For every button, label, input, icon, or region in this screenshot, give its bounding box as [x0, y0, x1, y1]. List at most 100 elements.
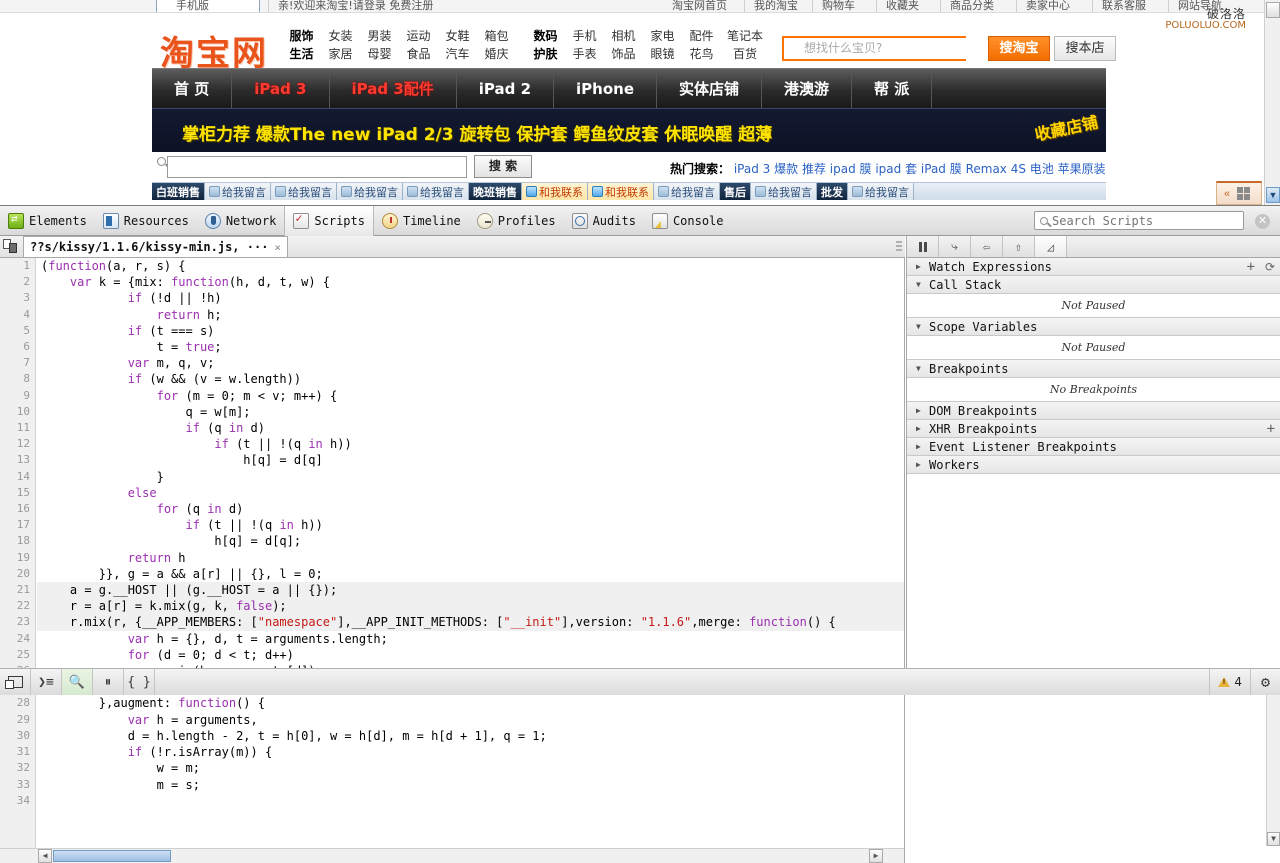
favorite-shop-stamp[interactable]: 收藏店铺 — [1032, 109, 1100, 146]
show-navigator-icon[interactable] — [3, 238, 21, 256]
code-line[interactable]: h[q] = d[q]; — [37, 533, 904, 549]
category-column-9[interactable]: 家电 眼镜 — [643, 27, 682, 63]
step-out-button[interactable]: ⇧ — [1003, 236, 1035, 257]
dock-to-window-button[interactable] — [0, 669, 31, 695]
line-number[interactable]: 10 — [0, 404, 35, 420]
cs-tab-4[interactable]: 给我留言 — [403, 183, 469, 200]
hot-keyword-3[interactable]: iPad 膜 — [921, 162, 962, 176]
code-line[interactable]: for (q in d) — [37, 501, 904, 517]
chevron-left-double-icon[interactable]: « — [1217, 188, 1237, 200]
top-strip-item-4[interactable]: 购物车 — [822, 0, 855, 13]
grid-icon[interactable] — [1237, 187, 1250, 200]
line-number[interactable]: 21 — [0, 582, 35, 598]
line-number[interactable]: 12 — [0, 436, 35, 452]
code-line[interactable]: } — [37, 469, 904, 485]
line-number[interactable]: 24 — [0, 631, 35, 647]
top-strip-item-8[interactable]: 联系客服 — [1102, 0, 1146, 13]
line-number[interactable]: 1 — [0, 258, 35, 274]
drag-handle[interactable] — [896, 241, 902, 252]
refresh-icon[interactable]: ⟳ — [1265, 260, 1275, 274]
line-number[interactable]: 20 — [0, 566, 35, 582]
sidebar-section-header[interactable]: ▶Event Listener Breakpoints — [907, 438, 1280, 456]
sidebar-section-header[interactable]: ▶Watch Expressions+⟳ — [907, 258, 1280, 276]
category-column-4[interactable]: 女鞋 汽车 — [438, 27, 477, 63]
warning-counter[interactable]: 4 — [1209, 669, 1250, 695]
cs-tab-1[interactable]: 给我留言 — [205, 183, 271, 200]
page-collapse-widget[interactable]: « — [1216, 181, 1262, 205]
category-column-2[interactable]: 男装 母婴 — [360, 27, 399, 63]
code-line[interactable]: q = w[m]; — [37, 404, 904, 420]
line-number[interactable]: 23 — [0, 614, 35, 630]
line-number[interactable]: 25 — [0, 647, 35, 663]
code-line[interactable]: if (w && (v = w.length)) — [37, 371, 904, 387]
taobao-search-input[interactable]: 想找什么宝贝? — [782, 36, 966, 61]
line-number[interactable]: 15 — [0, 485, 35, 501]
scrollbar-thumb[interactable] — [53, 850, 171, 862]
tab-timeline[interactable]: Timeline — [374, 206, 469, 236]
tab-elements[interactable]: Elements — [0, 206, 95, 236]
pause-on-exception-button[interactable]: ⏸ — [93, 669, 124, 695]
nav-item-ipad3[interactable]: iPad 3 — [232, 69, 329, 109]
pretty-print-button[interactable]: { } — [124, 669, 155, 695]
cs-tab-5[interactable]: 晚班销售 — [469, 183, 522, 200]
code-line[interactable]: if (t || !(q in h)) — [37, 517, 904, 533]
code-line[interactable]: return h — [37, 550, 904, 566]
shop-search-button[interactable]: 搜 索 — [474, 155, 532, 178]
line-number[interactable]: 14 — [0, 469, 35, 485]
code-line[interactable]: if (t || !(q in h)) — [37, 436, 904, 452]
code-line[interactable]: m = s; — [37, 777, 904, 793]
top-strip-item-6[interactable]: 商品分类 — [950, 0, 994, 13]
line-number[interactable]: 9 — [0, 388, 35, 404]
step-over-button[interactable]: ⤷ — [939, 236, 971, 257]
code-line[interactable]: d = h.length - 2, t = h[0], w = h[d], m … — [37, 728, 904, 744]
close-icon[interactable]: ✕ — [1255, 214, 1270, 229]
category-column-1[interactable]: 女装 家居 — [321, 27, 360, 63]
code-line[interactable]: for (d = 0; d < t; d++) — [37, 647, 904, 663]
close-icon[interactable]: × — [274, 241, 281, 254]
code-line[interactable]: var h = arguments, — [37, 712, 904, 728]
line-number[interactable]: 2 — [0, 274, 35, 290]
cs-tab-2[interactable]: 给我留言 — [271, 183, 337, 200]
cs-tab-11[interactable]: 批发 — [817, 183, 848, 200]
top-strip-item-5[interactable]: 收藏夹 — [886, 0, 919, 13]
tab-console[interactable]: Console — [644, 206, 732, 236]
code-line[interactable]: if (t === s) — [37, 323, 904, 339]
cs-tab-6[interactable]: 和我联系 — [522, 183, 588, 200]
category-column-11[interactable]: 笔记本 百货 — [721, 27, 769, 63]
cs-tab-0[interactable]: 白班销售 — [152, 183, 205, 200]
code-line[interactable]: for (m = 0; m < v; m++) { — [37, 388, 904, 404]
sidebar-section-header[interactable]: ▶XHR Breakpoints+ — [907, 420, 1280, 438]
code-line[interactable]: if (!r.isArray(m)) { — [37, 744, 904, 760]
hot-keyword-2[interactable]: ipad 套 — [875, 162, 917, 176]
line-number[interactable]: 8 — [0, 371, 35, 387]
nav-item-hk-macau-tour[interactable]: 港澳游 — [762, 69, 852, 109]
nav-item-ipad2[interactable]: iPad 2 — [457, 69, 554, 109]
cs-tab-10[interactable]: 给我留言 — [751, 183, 817, 200]
code-line[interactable]: r.mix(r, {__APP_MEMBERS: ["namespace"],_… — [37, 614, 904, 630]
hot-keyword-1[interactable]: 推荐 ipad 膜 — [802, 162, 872, 176]
line-number[interactable]: 19 — [0, 550, 35, 566]
line-number[interactable]: 16 — [0, 501, 35, 517]
top-strip-item-1[interactable]: 亲!欢迎来淘宝!请登录 免费注册 — [278, 0, 433, 13]
category-column-5[interactable]: 箱包 婚庆 — [477, 27, 516, 63]
top-strip-item-3[interactable]: 我的淘宝 — [754, 0, 798, 13]
line-number[interactable]: 17 — [0, 517, 35, 533]
line-number[interactable]: 7 — [0, 355, 35, 371]
scrollbar-thumb[interactable] — [1266, 2, 1280, 18]
top-strip-item-7[interactable]: 卖家中心 — [1026, 0, 1070, 13]
line-number[interactable]: 18 — [0, 533, 35, 549]
hot-keyword-0[interactable]: iPad 3 爆款 — [734, 162, 798, 176]
sidebar-section-header[interactable]: ▼Scope Variables — [907, 318, 1280, 336]
cs-tab-7[interactable]: 和我联系 — [588, 183, 654, 200]
sidebar-section-header[interactable]: ▶Workers — [907, 456, 1280, 474]
category-column-8[interactable]: 相机 饰品 — [604, 27, 643, 63]
tab-audits[interactable]: Audits — [564, 206, 644, 236]
cs-tab-8[interactable]: 给我留言 — [654, 183, 720, 200]
tab-network[interactable]: Network — [197, 206, 285, 236]
add-icon[interactable]: + — [1267, 421, 1275, 437]
sidebar-section-header[interactable]: ▼Call Stack — [907, 276, 1280, 294]
category-column-3[interactable]: 运动 食品 — [399, 27, 438, 63]
category-column-7[interactable]: 手机 手表 — [565, 27, 604, 63]
line-number[interactable]: 32 — [0, 760, 35, 776]
search-button[interactable]: 🔍 — [62, 669, 93, 695]
